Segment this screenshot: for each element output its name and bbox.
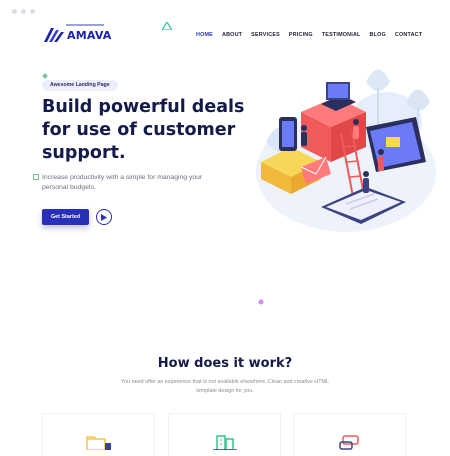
nav-home[interactable]: HOME: [196, 32, 213, 38]
diamond-deco-icon: [42, 73, 48, 79]
section-title: How does it work?: [157, 356, 293, 371]
main-nav: HOME ABOUT SERVICES PRICING TESTIMONIAL …: [196, 32, 422, 38]
triangle-deco-icon: [162, 22, 172, 30]
hero-badge: Awesome Landing Page: [42, 80, 118, 91]
feature-card[interactable]: [168, 413, 281, 456]
feature-card[interactable]: [293, 413, 406, 456]
hero-description: Increase productivity with a simple for …: [42, 174, 203, 191]
building-icon: [212, 435, 237, 450]
nav-testimonial[interactable]: TESTIMONIAL: [322, 32, 361, 38]
folder-icon: [85, 436, 111, 450]
get-started-button[interactable]: Get Started: [42, 209, 89, 225]
feature-card[interactable]: [42, 413, 155, 456]
checkbox-deco-icon: [33, 174, 39, 180]
nav-services[interactable]: SERVICES: [251, 32, 280, 38]
hero-title: Build powerful deals for use of customer…: [42, 97, 245, 163]
nav-about[interactable]: ABOUT: [222, 32, 242, 38]
hero-illustration: [256, 69, 436, 232]
chat-icon: [338, 435, 359, 450]
hero-description-row: Increase productivity with a simple for …: [33, 173, 222, 193]
logo-tagline: [66, 24, 104, 26]
dot-deco-icon: [258, 299, 264, 305]
site-header: AMAVA HOME ABOUT SERVICES PRICING TESTIM…: [0, 0, 450, 60]
nav-pricing[interactable]: PRICING: [289, 32, 313, 38]
brand-name: AMAVA: [67, 28, 112, 42]
section-description: You need offer an experience that is not…: [121, 379, 329, 394]
play-icon: [101, 213, 107, 221]
play-video-button[interactable]: [96, 209, 112, 225]
nav-contact[interactable]: CONTACT: [395, 32, 422, 38]
brand-logo[interactable]: AMAVA: [44, 28, 112, 42]
logo-mark-icon: [44, 28, 64, 42]
nav-blog[interactable]: BLOG: [370, 32, 386, 38]
